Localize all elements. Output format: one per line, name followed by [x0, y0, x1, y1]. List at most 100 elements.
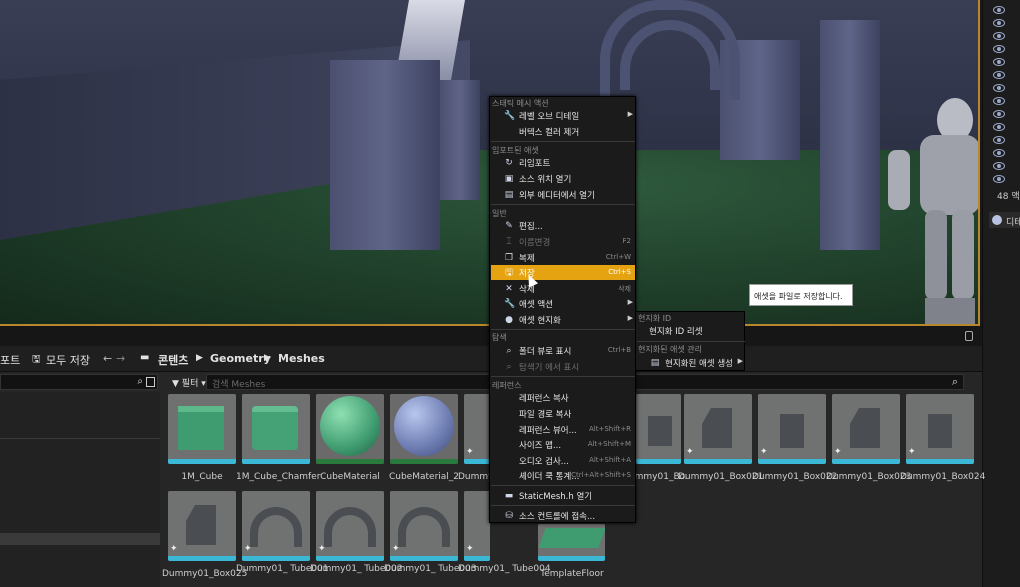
visibility-eye-icon[interactable] — [993, 97, 1005, 105]
asset-type-bar — [242, 459, 310, 464]
asset-tile[interactable]: ✦ — [390, 491, 458, 561]
menu-label: 레퍼런스 복사 — [519, 394, 569, 404]
menu-item-rename[interactable]: ⌶ 이름변경 F2 — [491, 234, 635, 249]
asset-tile[interactable] — [636, 394, 681, 464]
breadcrumb-meshes[interactable]: Meshes — [278, 352, 325, 365]
visibility-eye-icon[interactable] — [993, 162, 1005, 170]
magnifier-icon: ⌕ — [506, 362, 512, 372]
details-icon — [992, 215, 1002, 225]
code-file-icon: ▬ — [504, 491, 514, 501]
visibility-eye-icon[interactable] — [993, 32, 1005, 40]
asset-thumbnail — [168, 491, 236, 556]
asset-tile[interactable]: ✦ — [832, 394, 900, 464]
asset-tile[interactable]: ✦ — [168, 491, 236, 561]
save-all-icon: 🖫 — [32, 354, 41, 365]
visibility-eye-icon[interactable] — [993, 45, 1005, 53]
visibility-eye-icon[interactable] — [993, 149, 1005, 157]
asset-tile[interactable] — [242, 394, 310, 464]
menu-item-reset-localization-id[interactable]: 현지화 ID 리셋 — [637, 323, 745, 338]
menu-item-audit[interactable]: 오디오 검사... Alt+Shift+A — [491, 453, 635, 468]
menu-item-delete[interactable]: ✕ 삭제 삭제 — [491, 281, 635, 296]
menu-shortcut: Alt+Shift+A — [589, 456, 631, 464]
filter-icon: ▼ — [172, 379, 179, 389]
menu-item-size-map[interactable]: 사이즈 맵... Alt+Shift+M — [491, 437, 635, 452]
asset-tile[interactable] — [168, 394, 236, 464]
asset-tile[interactable] — [316, 394, 384, 464]
asset-tile[interactable] — [390, 394, 458, 464]
asset-tile[interactable]: ✦ — [242, 491, 310, 561]
visibility-eye-icon[interactable] — [993, 84, 1005, 92]
view-options-icon[interactable] — [146, 377, 155, 387]
menu-item-connect-source-control[interactable]: ⛁ 소스 컨트롤에 접속... — [491, 508, 635, 523]
asset-thumbnail — [636, 394, 681, 459]
menu-item-save[interactable]: 🖫 저장 Ctrl+S — [491, 265, 635, 280]
asset-type-bar — [906, 459, 974, 464]
visibility-eye-icon[interactable] — [993, 6, 1005, 14]
save-all-button[interactable]: 모두 저장 — [46, 352, 90, 368]
menu-item-open-source-location[interactable]: ▣ 소스 위치 열기 — [491, 171, 635, 186]
menu-item-asset-actions[interactable]: 🔧 애셋 액션 ▶ — [491, 296, 635, 311]
asset-type-bar — [316, 556, 384, 561]
visibility-eye-icon[interactable] — [993, 175, 1005, 183]
asset-type-bar — [242, 556, 310, 561]
menu-label: 레퍼런스 뷰어... — [519, 426, 577, 436]
asset-thumbnail — [168, 394, 236, 459]
menu-item-copy-reference[interactable]: 레퍼런스 복사 — [491, 390, 635, 405]
menu-item-remove-vertex-colors[interactable]: 버텍스 컬러 제거 — [491, 124, 635, 139]
menu-label: 탐색기 에서 표시 — [519, 363, 580, 373]
menu-item-create-localized-asset[interactable]: ▤ 현지화된 애셋 생성 ▶ — [637, 355, 745, 370]
visibility-eye-icon[interactable] — [993, 123, 1005, 131]
breadcrumb-geometry[interactable]: Geometry — [210, 352, 271, 365]
asset-type-bar — [538, 556, 605, 561]
menu-item-localization[interactable]: ● 애셋 현지화 ▶ — [491, 312, 635, 327]
menu-shortcut: Alt+Shift+R — [589, 425, 631, 433]
asset-name: Dummy01_ Tube004 — [458, 564, 551, 574]
menu-shortcut: Ctrl+W — [605, 253, 631, 261]
menu-item-reference-viewer[interactable]: 레퍼런스 뷰어... Alt+Shift+R — [491, 422, 635, 437]
import-button[interactable]: 포트 — [0, 352, 20, 368]
menu-item-show-in-explorer[interactable]: ⌕ 탐색기 에서 표시 — [491, 359, 635, 374]
menu-item-open-header[interactable]: ▬ StaticMesh.h 열기 — [491, 488, 635, 503]
asset-type-bar — [832, 459, 900, 464]
delete-icon: ✕ — [505, 284, 513, 294]
asset-tile[interactable]: ✦ — [316, 491, 384, 561]
visibility-eye-icon[interactable] — [993, 58, 1005, 66]
menu-separator — [491, 329, 635, 330]
menu-item-reimport[interactable]: ↻ 리임포트 — [491, 155, 635, 170]
asset-tile[interactable]: ✦ — [464, 491, 490, 561]
menu-item-edit[interactable]: ✎ 편집... — [491, 218, 635, 233]
breadcrumb-content[interactable]: 콘텐츠 — [158, 352, 188, 368]
asset-thumbnail — [316, 394, 384, 459]
forward-arrow-icon[interactable]: → — [116, 352, 125, 365]
asset-tile[interactable]: ✦ — [906, 394, 974, 464]
asset-name: TemplateFloor — [540, 569, 604, 579]
asset-tile[interactable] — [538, 524, 605, 561]
asset-type-bar — [168, 556, 236, 561]
asset-tile[interactable]: ✦ — [758, 394, 826, 464]
folder-search-input[interactable]: ⌕ — [0, 374, 158, 390]
menu-item-shader-cook-stats[interactable]: 셰이더 쿡 통계... Ctrl+Alt+Shift+S — [491, 468, 635, 483]
details-tab[interactable]: 디테 — [989, 212, 1020, 228]
asset-name: 1M_Cube_Chamfer — [236, 472, 321, 482]
asset-name: Dummy01_Box025 — [162, 569, 248, 579]
menu-item-duplicate[interactable]: ❐ 복제 Ctrl+W — [491, 250, 635, 265]
menu-item-show-in-folder-view[interactable]: ⌕ 폴더 뷰로 표시 Ctrl+B — [491, 343, 635, 358]
visibility-eye-icon[interactable] — [993, 110, 1005, 118]
visibility-eye-icon[interactable] — [993, 71, 1005, 79]
menu-item-open-external-editor[interactable]: ▤ 외부 에디터에서 열기 — [491, 187, 635, 202]
menu-separator — [491, 141, 635, 142]
menu-item-copy-file-path[interactable]: 파일 경로 복사 — [491, 406, 635, 421]
asset-name: CubeMaterial — [320, 472, 380, 482]
menu-label: 소스 컨트롤에 접속... — [519, 512, 596, 522]
asset-type-bar — [636, 459, 681, 464]
asset-tile[interactable]: ✦ — [684, 394, 752, 464]
visibility-eye-icon[interactable] — [993, 136, 1005, 144]
lock-icon[interactable] — [965, 331, 973, 341]
asset-tile[interactable]: ✦ — [464, 394, 490, 464]
menu-item-level-of-detail[interactable]: 🔧 레벨 오브 디테일 ▶ — [491, 108, 635, 123]
search-icon: ⌕ — [137, 376, 143, 387]
filter-button[interactable]: ▼ 필터 ▾ — [168, 374, 210, 390]
tree-selected-row[interactable] — [0, 533, 160, 545]
back-arrow-icon[interactable]: ← — [103, 352, 112, 365]
visibility-eye-icon[interactable] — [993, 19, 1005, 27]
